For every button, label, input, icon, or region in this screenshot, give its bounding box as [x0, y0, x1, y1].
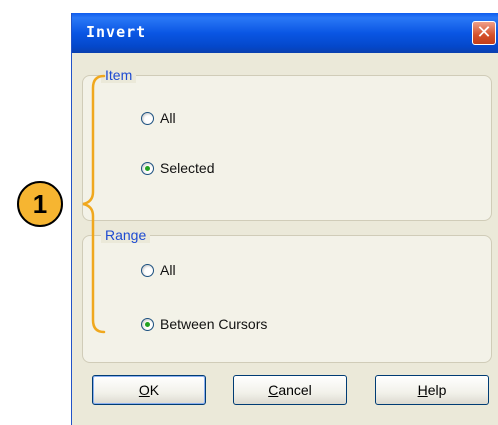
annotation-bracket	[82, 74, 106, 334]
callout-number: 1	[32, 189, 48, 219]
bracket-path	[82, 74, 106, 334]
callout-badge: 1	[17, 181, 63, 227]
